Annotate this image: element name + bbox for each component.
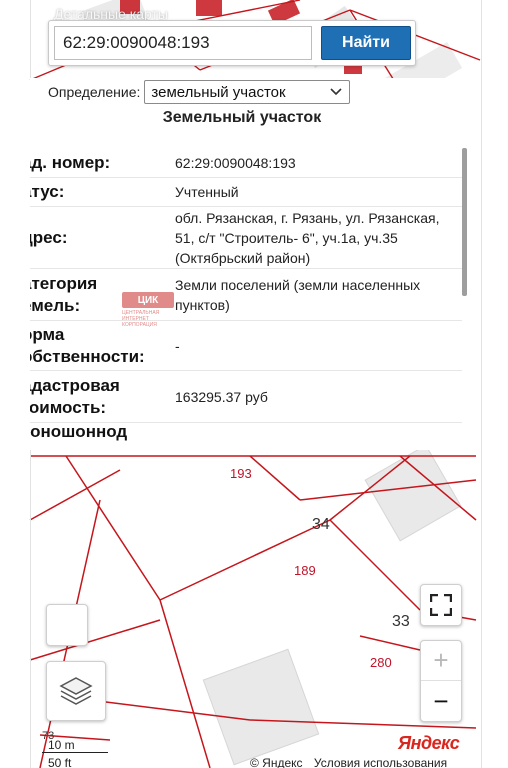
attr-label: атус:	[30, 182, 65, 201]
attr-label: ад. номер:	[30, 152, 111, 172]
chevron-down-icon	[330, 88, 342, 96]
attr-label: тоношоннод	[30, 422, 128, 441]
parcel-label-34[interactable]: 34	[312, 516, 330, 534]
search-input[interactable]	[54, 26, 312, 60]
fullscreen-button[interactable]	[420, 584, 462, 626]
attr-value: 62:29:0090048:193	[175, 154, 296, 171]
layers-icon	[59, 677, 93, 705]
attr-value: обл. Рязанская, г. Рязань, ул. Рязанская…	[175, 209, 440, 266]
attr-value	[172, 435, 462, 443]
attr-value: 163295.37 руб	[175, 388, 268, 405]
scale-imperial: 50 ft	[48, 756, 72, 768]
attribute-list: ад. номер: 62:29:0090048:193 атус: Учтен…	[30, 148, 462, 443]
attr-row-cadastral-number: ад. номер: 62:29:0090048:193	[30, 148, 462, 178]
parcel-label-33[interactable]: 33	[392, 613, 410, 631]
fullscreen-icon	[430, 594, 452, 616]
yandex-logo[interactable]: Яндекс	[398, 733, 460, 754]
attr-value: Земли поселений (земли населенных пункто…	[175, 276, 421, 313]
copyright-text: © Яндекс	[250, 756, 303, 768]
layers-button[interactable]	[46, 661, 106, 721]
attr-row-address: дрес: обл. Рязанская, г. Рязань, ул. Ряз…	[30, 207, 462, 269]
parcel-label-189[interactable]: 189	[294, 563, 316, 578]
cik-logo-caption: ЦЕНТРАЛЬНАЯ ИНТЕРНЕТ КОРПОРАЦИЯ	[122, 310, 160, 328]
definition-row: Определение: земельный участок	[48, 80, 351, 104]
cik-logo: ЦИК ЦЕНТРАЛЬНАЯ ИНТЕРНЕТ КОРПОРАЦИЯ	[122, 292, 174, 334]
panel-scrollbar[interactable]	[462, 148, 467, 296]
info-panel: Определение: земельный участок Земельный…	[30, 78, 476, 450]
attr-row-land-category: атегория емель: Земли поселений (земли н…	[30, 269, 462, 321]
attr-row-ownership: орма обственности: -	[30, 321, 462, 371]
scale-metric: 10 m	[48, 738, 75, 752]
tick-circle-icon	[34, 6, 50, 22]
zoom-control: + −	[420, 640, 462, 722]
attr-label: дрес:	[30, 227, 68, 247]
attr-row-status: атус: Учтенный	[30, 178, 462, 207]
attr-value: -	[175, 337, 180, 354]
search-bar: Найти	[48, 20, 416, 66]
search-button[interactable]: Найти	[321, 26, 411, 60]
attr-value: Учтенный	[175, 184, 239, 200]
parcel-label-193[interactable]: 193	[230, 466, 252, 481]
definition-select[interactable]: земельный участок	[144, 80, 351, 104]
panel-title: Земельный участок	[162, 109, 322, 126]
attr-row-partial: тоношоннод	[30, 422, 462, 443]
terms-link[interactable]: Условия использования	[314, 756, 447, 768]
definition-selected-value: земельный участок	[151, 83, 286, 101]
selection-tool-button[interactable]	[46, 604, 88, 646]
parcel-label-280[interactable]: 280	[370, 655, 392, 670]
cik-logo-badge: ЦИК	[122, 292, 174, 308]
map-scale: 10 m 50 ft	[42, 734, 110, 768]
attribution: © Яндекс Условия использования	[250, 756, 447, 768]
scale-line-metric	[42, 752, 108, 753]
attr-label: адастровая гоимость:	[30, 375, 120, 417]
definition-label: Определение:	[48, 84, 141, 100]
zoom-in-button[interactable]: +	[421, 641, 461, 681]
zoom-out-button[interactable]: −	[421, 681, 461, 721]
attr-row-cadastral-value: адастровая гоимость: 163295.37 руб	[30, 371, 462, 423]
